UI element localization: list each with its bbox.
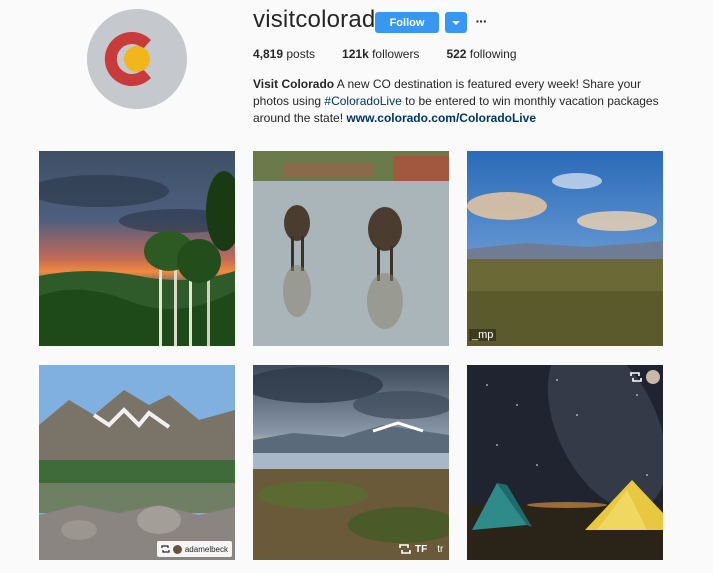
- profile-full-name: Visit Colorado: [253, 77, 335, 91]
- post-image: [39, 151, 235, 346]
- post-tile[interactable]: adamelbeck: [39, 365, 235, 560]
- profile-stats: 4,819 posts 121k followers 522 following: [253, 47, 544, 61]
- post-tile[interactable]: TF tr: [253, 365, 449, 560]
- post-image: [467, 365, 663, 560]
- more-options-icon[interactable]: ···: [474, 13, 488, 29]
- credit-username: adamelbeck: [184, 544, 228, 554]
- follow-button[interactable]: Follow: [375, 12, 439, 33]
- posts-count: 4,819 posts: [253, 47, 316, 61]
- post-image: [253, 151, 449, 346]
- repost-icon: [161, 545, 170, 553]
- repost-credit-badge: [630, 369, 660, 385]
- suggestions-dropdown-button[interactable]: [445, 12, 467, 33]
- post-tile[interactable]: [467, 365, 663, 560]
- post-tile[interactable]: [39, 151, 235, 346]
- profile-avatar: [87, 9, 187, 109]
- credit-avatar: [172, 544, 182, 554]
- bio-hashtag-link[interactable]: #ColoradoLive: [324, 94, 401, 108]
- repost-icon: [630, 372, 642, 382]
- post-image: [39, 365, 235, 560]
- following-count[interactable]: 522 following: [446, 47, 516, 61]
- colorado-logo-icon: [87, 9, 187, 109]
- repost-credit-badge: adamelbeck: [156, 541, 232, 557]
- post-image: [253, 365, 449, 560]
- bio-website-link[interactable]: www.colorado.com/ColoradoLive: [346, 111, 536, 125]
- post-image: [467, 151, 663, 346]
- post-overlay-text: _mp: [469, 329, 497, 341]
- profile-username: visitcolorado: [253, 6, 389, 33]
- credit-username: TF: [415, 543, 428, 555]
- profile-bio: Visit Colorado A new CO destination is f…: [253, 77, 659, 125]
- post-tile[interactable]: _mp: [467, 151, 663, 346]
- repost-credit-badge: TF tr: [395, 541, 447, 557]
- credit-username-2: tr: [437, 543, 444, 555]
- credit-avatar: [646, 370, 660, 384]
- repost-icon: [399, 544, 411, 554]
- post-tile[interactable]: [253, 151, 449, 346]
- chevron-down-icon: [452, 20, 460, 25]
- followers-count[interactable]: 121k followers: [342, 47, 419, 61]
